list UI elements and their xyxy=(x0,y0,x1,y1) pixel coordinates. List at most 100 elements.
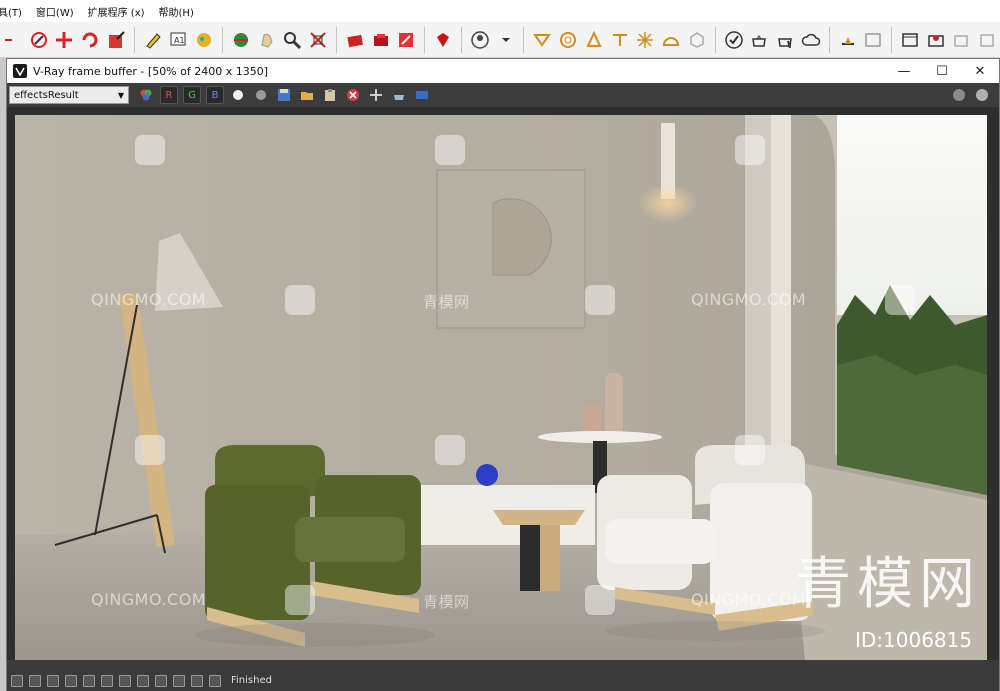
stamp-icon[interactable] xyxy=(191,674,203,687)
screen: 具(T) 窗口(W) 扩展程序 (x) 帮助(H) A1 V-Ray frame… xyxy=(0,0,1000,691)
vray-asset-editor-icon[interactable] xyxy=(837,29,859,51)
vray-mesh-light-icon[interactable] xyxy=(686,29,708,51)
layers-icon[interactable] xyxy=(137,674,149,687)
window-title: V-Ray frame buffer - [50% of 2400 x 1350… xyxy=(33,64,269,78)
alpha-mono-icon[interactable] xyxy=(252,86,270,104)
chevron-down-icon[interactable] xyxy=(495,29,517,51)
info-icon[interactable] xyxy=(47,674,59,687)
vray-frame-buffer-icon[interactable] xyxy=(862,29,884,51)
toolbar-separator xyxy=(460,26,462,53)
green-channel-label: G xyxy=(188,89,196,101)
watermark-brand-large: 青模网 xyxy=(795,552,981,617)
toolbar-separator xyxy=(424,26,426,53)
vray-rect-light-icon[interactable] xyxy=(531,29,553,51)
render-region-icon[interactable] xyxy=(413,86,431,104)
render-status: Finished xyxy=(231,675,272,686)
move-tool-icon[interactable] xyxy=(28,29,50,51)
menu-help[interactable]: 帮助(H) xyxy=(159,4,194,19)
arrow-icon[interactable] xyxy=(2,29,24,51)
white-mono-icon[interactable] xyxy=(229,86,247,104)
plate xyxy=(513,497,565,509)
scale-icon[interactable] xyxy=(105,29,127,51)
zoom-extents-icon[interactable] xyxy=(307,29,329,51)
rendered-image: QINGMO.COM 青模网 QINGMO.COM QINGMO.COM 青模网… xyxy=(15,115,987,660)
menu-window[interactable]: 窗口(W) xyxy=(36,4,74,19)
settings-icon[interactable] xyxy=(101,674,113,687)
window-titlebar[interactable]: V-Ray frame buffer - [50% of 2400 x 1350… xyxy=(7,59,999,83)
log-icon[interactable] xyxy=(209,674,221,687)
watermark-id: ID:1006815 xyxy=(855,628,973,652)
menu-tools[interactable]: 具(T) xyxy=(0,4,22,19)
close-button[interactable]: ✕ xyxy=(961,59,999,83)
vray-render-icon[interactable] xyxy=(723,29,745,51)
watermark-logo-icon xyxy=(585,585,615,615)
vray-dome-light-icon[interactable] xyxy=(660,29,682,51)
watermark-text-cn: 青模网 xyxy=(423,593,470,611)
blue-channel-button[interactable]: B xyxy=(206,86,224,104)
watermark-text-cn: 青模网 xyxy=(423,293,470,311)
open-folder-icon[interactable] xyxy=(298,86,316,104)
warehouse-icon[interactable] xyxy=(344,29,366,51)
vray-ies-light-icon[interactable] xyxy=(609,29,631,51)
user-icon[interactable] xyxy=(469,29,491,51)
text-tool-icon[interactable]: A1 xyxy=(167,29,189,51)
wood-table-base-side xyxy=(540,525,560,591)
options-sphere-icon[interactable] xyxy=(950,86,968,104)
exposure-icon[interactable] xyxy=(173,674,185,687)
vray-omni-light-icon[interactable] xyxy=(634,29,656,51)
minimize-button[interactable]: — xyxy=(885,59,923,83)
compare-icon[interactable] xyxy=(29,674,41,687)
save-icon[interactable] xyxy=(275,86,293,104)
curve-icon[interactable] xyxy=(119,674,131,687)
main-toolbar: A1 xyxy=(0,22,1000,58)
layout-icon[interactable] xyxy=(395,29,417,51)
channel-select[interactable]: effectsResult ▼ xyxy=(9,86,129,104)
watermark-logo-icon xyxy=(135,135,165,165)
watermark-text: QINGMO.COM xyxy=(91,590,207,609)
vray-window-icon[interactable] xyxy=(899,29,921,51)
move-cross-icon[interactable] xyxy=(54,29,76,51)
histogram-icon[interactable] xyxy=(155,674,167,687)
track-mouse-icon[interactable] xyxy=(367,86,385,104)
color-channels-icon[interactable] xyxy=(137,86,155,104)
sconce-glow xyxy=(638,183,698,223)
watermark-logo-icon xyxy=(735,135,765,165)
vray-spot-light-icon[interactable] xyxy=(583,29,605,51)
window-sky xyxy=(837,115,987,315)
vray-cloud-icon[interactable] xyxy=(800,29,822,51)
toolbar-separator xyxy=(828,26,830,53)
clear-image-icon[interactable] xyxy=(344,86,362,104)
watermark-text: QINGMO.COM xyxy=(691,590,807,609)
menu-extensions[interactable]: 扩展程序 (x) xyxy=(88,4,145,19)
extension-warehouse-icon[interactable] xyxy=(370,29,392,51)
zoom-icon[interactable] xyxy=(281,29,303,51)
render-teapot-icon[interactable] xyxy=(390,86,408,104)
red-channel-button[interactable]: R xyxy=(160,86,178,104)
vray-interactive-render-icon[interactable] xyxy=(774,29,796,51)
clipboard-icon[interactable] xyxy=(321,86,339,104)
orbit-icon[interactable] xyxy=(230,29,252,51)
ruby-icon[interactable] xyxy=(432,29,454,51)
render-canvas-area: QINGMO.COM 青模网 QINGMO.COM QINGMO.COM 青模网… xyxy=(7,107,999,660)
history-sphere-icon[interactable] xyxy=(973,86,991,104)
pencil-icon[interactable] xyxy=(142,29,164,51)
vray-teapot-icon[interactable] xyxy=(748,29,770,51)
watermark-logo-icon xyxy=(435,135,465,165)
paint-bucket-icon[interactable] xyxy=(193,29,215,51)
vray-scene-icon[interactable] xyxy=(976,29,998,51)
rotate-icon[interactable] xyxy=(79,29,101,51)
lens-effects-icon[interactable] xyxy=(65,674,77,687)
blue-ball xyxy=(476,464,498,486)
vray-cosmos-icon[interactable] xyxy=(925,29,947,51)
vray-sphere-light-icon[interactable] xyxy=(557,29,579,51)
green-channel-button[interactable]: G xyxy=(183,86,201,104)
watermark-logo-icon xyxy=(735,435,765,465)
history-icon[interactable] xyxy=(11,674,23,687)
pan-hand-icon[interactable] xyxy=(256,29,278,51)
vray-proxy-icon[interactable] xyxy=(951,29,973,51)
vray-logo-icon xyxy=(13,64,27,78)
watermark-logo-icon xyxy=(285,285,315,315)
maximize-button[interactable]: ☐ xyxy=(923,59,961,83)
toolbar-separator xyxy=(221,26,223,53)
color-correct-icon[interactable] xyxy=(83,674,95,687)
